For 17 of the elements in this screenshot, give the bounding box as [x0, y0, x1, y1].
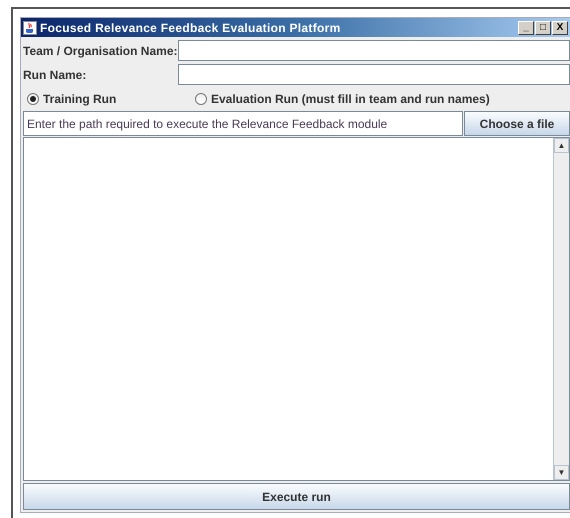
input-field[interactable]	[178, 40, 570, 61]
scroll-down-button[interactable]: ▼	[554, 465, 569, 480]
window-control-button[interactable]: X	[552, 20, 568, 34]
field-label: Run Name:	[23, 68, 88, 82]
path-field[interactable]: Enter the path required to execute the Relevance Feedback module	[23, 111, 463, 136]
scroll-up-button[interactable]: ▲	[554, 138, 569, 153]
window-control-button[interactable]: □	[535, 20, 551, 34]
window-title: Focused Relevance Feedback Evaluation Platform	[40, 20, 341, 34]
execute-button[interactable]: Execute run	[23, 483, 570, 510]
scrollbar[interactable]: ▲ ▼	[553, 138, 569, 480]
choose-file-button[interactable]: Choose a file	[464, 111, 570, 136]
radio-button[interactable]: Training Run	[23, 90, 147, 108]
window-control-button[interactable]: _	[518, 20, 534, 34]
cup-icon	[23, 20, 37, 34]
radio-button[interactable]: Evaluation Run (must fill in team and run names)	[191, 90, 492, 108]
input-field[interactable]	[178, 64, 570, 85]
field-label: Team / Organisation Name:	[23, 44, 178, 58]
